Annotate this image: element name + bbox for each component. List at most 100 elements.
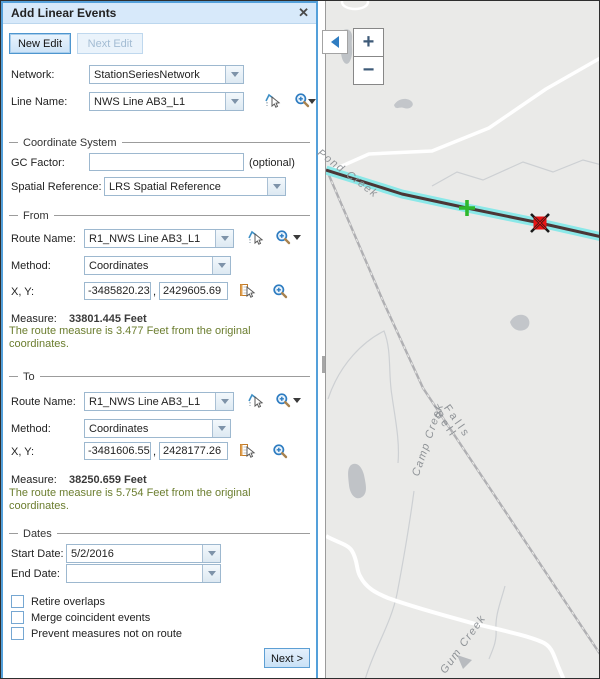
pick-to-coordinates-icon[interactable]: [239, 442, 256, 459]
zoom-menu-caret-icon[interactable]: [293, 235, 301, 240]
chevron-down-icon: [221, 399, 229, 404]
zoom-in-button[interactable]: +: [353, 28, 384, 57]
zoom-out-button[interactable]: −: [353, 56, 384, 85]
from-route-name-label: Route Name:: [11, 233, 76, 245]
to-point-marker: [531, 214, 549, 232]
from-header-label: From: [23, 210, 49, 222]
splitter-handle[interactable]: [322, 356, 325, 373]
to-route-name-dropdown[interactable]: R1_NWS Line AB3_L1: [84, 392, 234, 411]
chevron-down-icon: [231, 72, 239, 77]
from-method-label: Method:: [11, 260, 51, 272]
map-graphics: [326, 1, 600, 679]
merge-coincident-events-label: Merge coincident events: [31, 612, 150, 624]
close-icon[interactable]: ✕: [298, 5, 309, 21]
line-name-value: NWS Line AB3_L1: [90, 93, 225, 110]
to-method-dropdown-button[interactable]: [212, 420, 230, 437]
to-route-name-value: R1_NWS Line AB3_L1: [85, 393, 215, 410]
to-xy-separator: ,: [153, 446, 156, 458]
to-route-dropdown-button[interactable]: [215, 393, 233, 410]
from-route-name-value: R1_NWS Line AB3_L1: [85, 230, 215, 247]
to-xy-label: X, Y:: [11, 446, 34, 458]
from-route-dropdown-button[interactable]: [215, 230, 233, 247]
to-x-input[interactable]: -3481606.55: [84, 442, 151, 460]
end-date-dropdown-button[interactable]: [202, 565, 220, 582]
merge-coincident-events-checkbox[interactable]: [11, 611, 24, 624]
start-date-dropdown-button[interactable]: [202, 545, 220, 562]
to-header-label: To: [23, 371, 35, 383]
gc-factor-input[interactable]: [89, 153, 244, 171]
from-xy-separator: ,: [153, 286, 156, 298]
dates-section-header: Dates: [9, 527, 310, 540]
new-edit-button[interactable]: New Edit: [9, 33, 71, 54]
from-x-input[interactable]: -3485820.23: [84, 282, 151, 300]
dates-header-label: Dates: [23, 528, 52, 540]
end-date-value: [67, 565, 202, 582]
chevron-down-icon: [231, 99, 239, 104]
line-name-label: Line Name:: [11, 96, 67, 108]
chevron-down-icon: [218, 426, 226, 431]
app-window: Add Linear Events ✕ New Edit Next Edit N…: [0, 0, 600, 679]
line-name-dropdown-button[interactable]: [225, 93, 243, 110]
from-measure-label: Measure:: [11, 313, 57, 325]
add-linear-events-panel: Add Linear Events ✕ New Edit Next Edit N…: [1, 1, 318, 679]
zoom-menu-caret-icon[interactable]: [293, 398, 301, 403]
spatial-reference-value: LRS Spatial Reference: [105, 178, 267, 195]
from-route-name-dropdown[interactable]: R1_NWS Line AB3_L1: [84, 229, 234, 248]
from-method-dropdown[interactable]: Coordinates: [84, 256, 231, 275]
collapse-panel-tab[interactable]: [322, 30, 348, 54]
coordinate-system-header: Coordinate System: [9, 136, 310, 149]
prevent-measures-checkbox[interactable]: [11, 627, 24, 640]
from-section-header: From: [9, 209, 310, 222]
network-dropdown-button[interactable]: [225, 66, 243, 83]
spatial-reference-dropdown-button[interactable]: [267, 178, 285, 195]
end-date-dropdown[interactable]: [66, 564, 221, 583]
from-method-value: Coordinates: [85, 257, 212, 274]
to-route-name-label: Route Name:: [11, 396, 76, 408]
to-method-dropdown[interactable]: Coordinates: [84, 419, 231, 438]
zoom-to-from-point-icon[interactable]: [272, 283, 289, 300]
gc-factor-optional-hint: (optional): [249, 157, 295, 169]
line-name-dropdown[interactable]: NWS Line AB3_L1: [89, 92, 244, 111]
to-y-input[interactable]: 2428177.26: [159, 442, 228, 460]
to-measure-value: 38250.659 Feet: [69, 474, 147, 486]
panel-titlebar: Add Linear Events ✕: [3, 3, 316, 24]
start-date-value: 5/2/2016: [67, 545, 202, 562]
map-canvas[interactable]: Pond Creek Falls Bell Camp Creek Gum Cre…: [325, 1, 600, 679]
from-measure-note: The route measure is 3.477 Feet from the…: [9, 325, 309, 351]
zoom-to-to-point-icon[interactable]: [272, 443, 289, 460]
select-line-on-map-icon[interactable]: [264, 92, 281, 109]
panel-title: Add Linear Events: [11, 6, 116, 20]
zoom-to-to-route-icon[interactable]: [275, 392, 292, 409]
chevron-down-icon: [218, 263, 226, 268]
chevron-down-icon: [273, 184, 281, 189]
spatial-reference-label: Spatial Reference:: [11, 181, 102, 193]
zoom-menu-caret-icon[interactable]: [308, 99, 316, 104]
retire-overlaps-label: Retire overlaps: [31, 596, 105, 608]
next-edit-button[interactable]: Next Edit: [77, 33, 143, 54]
select-to-route-on-map-icon[interactable]: [247, 392, 264, 409]
chevron-down-icon: [208, 551, 216, 556]
next-button[interactable]: Next >: [264, 648, 310, 668]
to-measure-note: The route measure is 5.754 Feet from the…: [9, 487, 309, 513]
spatial-reference-dropdown[interactable]: LRS Spatial Reference: [104, 177, 286, 196]
gc-factor-label: GC Factor:: [11, 157, 65, 169]
coordinate-system-header-label: Coordinate System: [23, 137, 117, 149]
from-method-dropdown-button[interactable]: [212, 257, 230, 274]
end-date-label: End Date:: [11, 568, 60, 580]
start-date-dropdown[interactable]: 5/2/2016: [66, 544, 221, 563]
retire-overlaps-checkbox[interactable]: [11, 595, 24, 608]
prevent-measures-label: Prevent measures not on route: [31, 628, 182, 640]
zoom-to-from-route-icon[interactable]: [275, 229, 292, 246]
to-measure-label: Measure:: [11, 474, 57, 486]
start-date-label: Start Date:: [11, 548, 64, 560]
network-dropdown[interactable]: StationSeriesNetwork: [89, 65, 244, 84]
from-xy-label: X, Y:: [11, 286, 34, 298]
pick-from-coordinates-icon[interactable]: [239, 282, 256, 299]
network-value: StationSeriesNetwork: [90, 66, 225, 83]
to-method-label: Method:: [11, 423, 51, 435]
select-from-route-on-map-icon[interactable]: [247, 229, 264, 246]
from-measure-value: 33801.445 Feet: [69, 313, 147, 325]
to-method-value: Coordinates: [85, 420, 212, 437]
chevron-left-icon: [331, 36, 339, 48]
from-y-input[interactable]: 2429605.69: [159, 282, 228, 300]
